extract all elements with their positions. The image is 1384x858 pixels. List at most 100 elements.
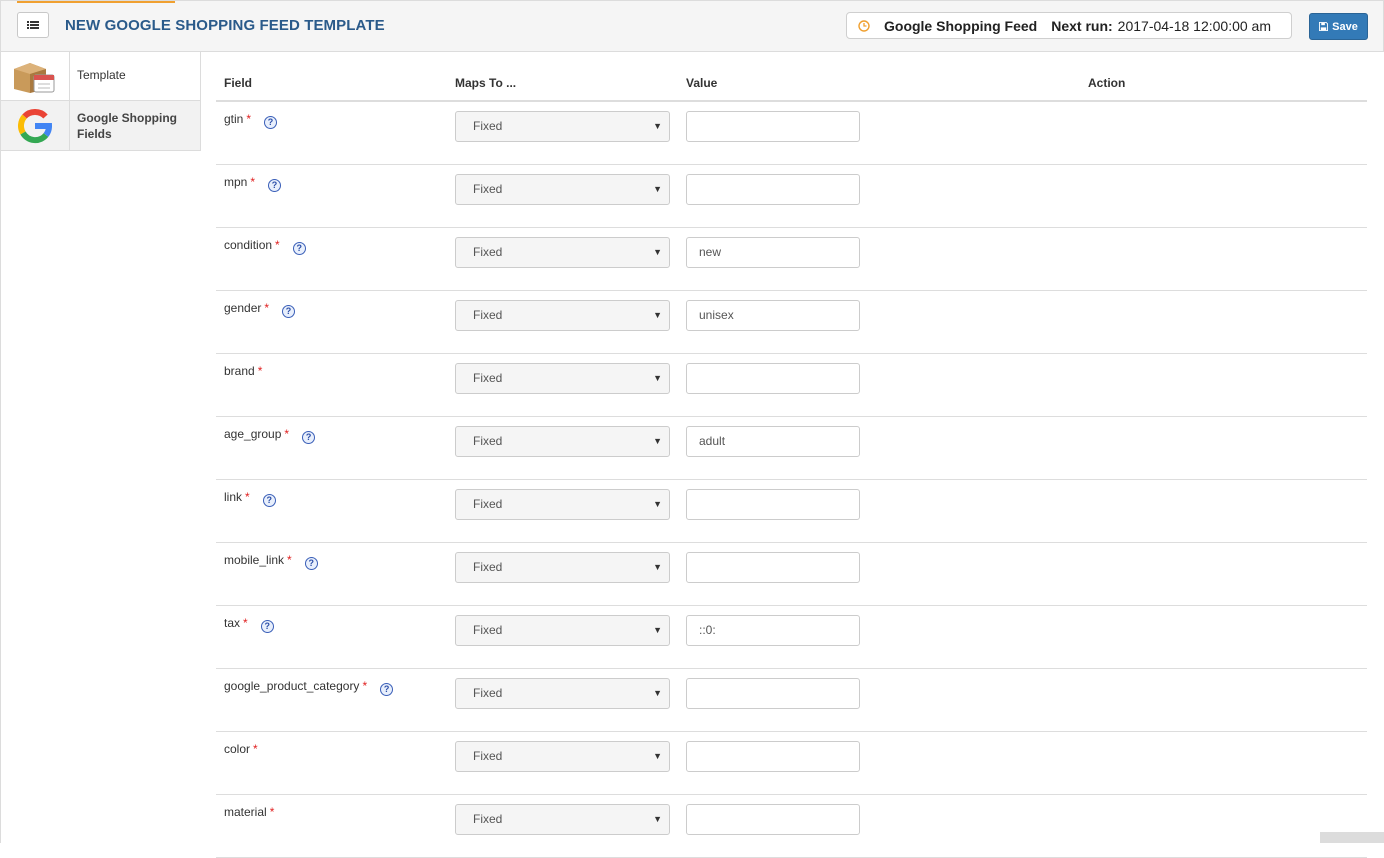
required-asterisk: * — [245, 490, 250, 504]
maps-to-select[interactable]: Fixed ▼ — [455, 804, 670, 835]
table-row: gender *? Fixed ▼ unisex — [216, 291, 1367, 354]
list-icon — [27, 21, 39, 29]
column-header-field: Field — [224, 76, 253, 90]
value-input[interactable] — [686, 174, 860, 205]
next-run-label: Next run: — [1051, 17, 1113, 34]
help-icon[interactable]: ? — [282, 305, 296, 318]
help-icon[interactable]: ? — [380, 683, 394, 696]
field-label: tax *? — [224, 616, 274, 633]
required-asterisk: * — [264, 301, 270, 315]
dropdown-arrow-icon: ▼ — [653, 373, 662, 383]
value-input[interactable] — [686, 111, 860, 142]
table-row: condition *? Fixed ▼ new — [216, 228, 1367, 291]
google-g-icon — [18, 108, 52, 143]
value-input[interactable]: ::0: — [686, 615, 860, 646]
table-row: google_product_category *? Fixed ▼ — [216, 669, 1367, 732]
help-icon[interactable]: ? — [262, 494, 276, 507]
required-asterisk: * — [287, 553, 292, 567]
dropdown-arrow-icon: ▼ — [653, 814, 662, 824]
table-row: mpn *? Fixed ▼ — [216, 165, 1367, 228]
floppy-disk-icon — [1319, 22, 1329, 31]
required-asterisk: * — [243, 616, 248, 630]
sidebar-item-google-shopping-fields[interactable]: Google Shopping Fields — [1, 101, 201, 151]
value-input[interactable] — [686, 552, 860, 583]
table-row: material * Fixed ▼ — [216, 795, 1367, 858]
maps-to-select[interactable]: Fixed ▼ — [455, 678, 670, 709]
field-label: gender *? — [224, 301, 296, 318]
field-label: age_group *? — [224, 427, 316, 444]
help-icon[interactable]: ? — [260, 620, 274, 633]
maps-to-select[interactable]: Fixed ▼ — [455, 363, 670, 394]
maps-to-select[interactable]: Fixed ▼ — [455, 489, 670, 520]
maps-to-select[interactable]: Fixed ▼ — [455, 174, 670, 205]
field-label: brand * — [224, 364, 263, 378]
value-input[interactable] — [686, 363, 860, 394]
cron-name: Google Shopping Feed — [884, 17, 1038, 34]
corner-scroll-tab — [1320, 832, 1384, 843]
maps-to-select[interactable]: Fixed ▼ — [455, 300, 670, 331]
dropdown-arrow-icon: ▼ — [653, 751, 662, 761]
dropdown-arrow-icon: ▼ — [653, 499, 662, 509]
sidebar: Template Google Shopping Fields — [0, 51, 201, 151]
table-row: mobile_link *? Fixed ▼ — [216, 543, 1367, 606]
help-icon[interactable]: ? — [302, 431, 316, 444]
dropdown-arrow-icon: ▼ — [653, 184, 662, 194]
save-label: Save — [1332, 20, 1358, 33]
top-toolbar: NEW GOOGLE SHOPPING FEED TEMPLATE Google… — [0, 0, 1384, 52]
table-row: link *? Fixed ▼ — [216, 480, 1367, 543]
dropdown-arrow-icon: ▼ — [653, 625, 662, 635]
field-label: material * — [224, 805, 275, 819]
value-input[interactable] — [686, 489, 860, 520]
value-input[interactable] — [686, 741, 860, 772]
save-button[interactable]: Save — [1309, 13, 1368, 40]
maps-to-select[interactable]: Fixed ▼ — [455, 615, 670, 646]
required-asterisk: * — [275, 238, 280, 252]
help-icon[interactable]: ? — [292, 242, 306, 255]
field-label: gtin *? — [224, 112, 278, 129]
maps-to-select[interactable]: Fixed ▼ — [455, 552, 670, 583]
required-asterisk: * — [362, 679, 368, 693]
dropdown-arrow-icon: ▼ — [653, 121, 662, 131]
sidebar-item-label: Template — [77, 68, 126, 82]
dropdown-arrow-icon: ▼ — [653, 310, 662, 320]
help-icon[interactable]: ? — [264, 116, 278, 129]
required-asterisk: * — [253, 742, 258, 756]
active-accent-line — [17, 1, 175, 3]
maps-to-select[interactable]: Fixed ▼ — [455, 741, 670, 772]
sidebar-item-label: Google Shopping Fields — [77, 111, 177, 141]
value-input[interactable] — [686, 804, 860, 835]
package-calendar-icon — [14, 62, 55, 93]
value-input[interactable] — [686, 678, 860, 709]
table-row: age_group *? Fixed ▼ adult — [216, 417, 1367, 480]
help-icon[interactable]: ? — [304, 557, 318, 570]
dropdown-arrow-icon: ▼ — [653, 436, 662, 446]
column-header-action: Action — [1088, 76, 1126, 90]
table-row: gtin *? Fixed ▼ — [216, 102, 1367, 165]
value-input[interactable]: new — [686, 237, 860, 268]
required-asterisk: * — [246, 112, 252, 126]
value-input[interactable]: unisex — [686, 300, 860, 331]
help-icon[interactable]: ? — [268, 179, 282, 192]
column-header-maps-to: Maps To ... — [455, 76, 517, 90]
table-row: color * Fixed ▼ — [216, 732, 1367, 795]
required-asterisk: * — [269, 805, 275, 819]
field-label: condition *? — [224, 238, 306, 255]
field-label: google_product_category *? — [224, 679, 394, 696]
field-label: link *? — [224, 490, 276, 507]
maps-to-select[interactable]: Fixed ▼ — [455, 426, 670, 457]
field-label: mpn *? — [224, 175, 282, 192]
table-row: brand * Fixed ▼ — [216, 354, 1367, 417]
column-header-value: Value — [686, 76, 718, 90]
sidebar-item-template[interactable]: Template — [1, 51, 201, 101]
value-input[interactable]: adult — [686, 426, 860, 457]
cron-status-box: Google Shopping Feed Next run: 2017-04-1… — [846, 12, 1292, 39]
maps-to-select[interactable]: Fixed ▼ — [455, 237, 670, 268]
required-asterisk: * — [284, 427, 290, 441]
field-label: color * — [224, 742, 258, 756]
dropdown-arrow-icon: ▼ — [653, 247, 662, 257]
dropdown-arrow-icon: ▼ — [653, 688, 662, 698]
page-title: NEW GOOGLE SHOPPING FEED TEMPLATE — [65, 17, 385, 34]
maps-to-select[interactable]: Fixed ▼ — [455, 111, 670, 142]
menu-toggle-button[interactable] — [17, 12, 49, 38]
grid-header: Field Maps To ... Value Action — [216, 70, 1367, 102]
